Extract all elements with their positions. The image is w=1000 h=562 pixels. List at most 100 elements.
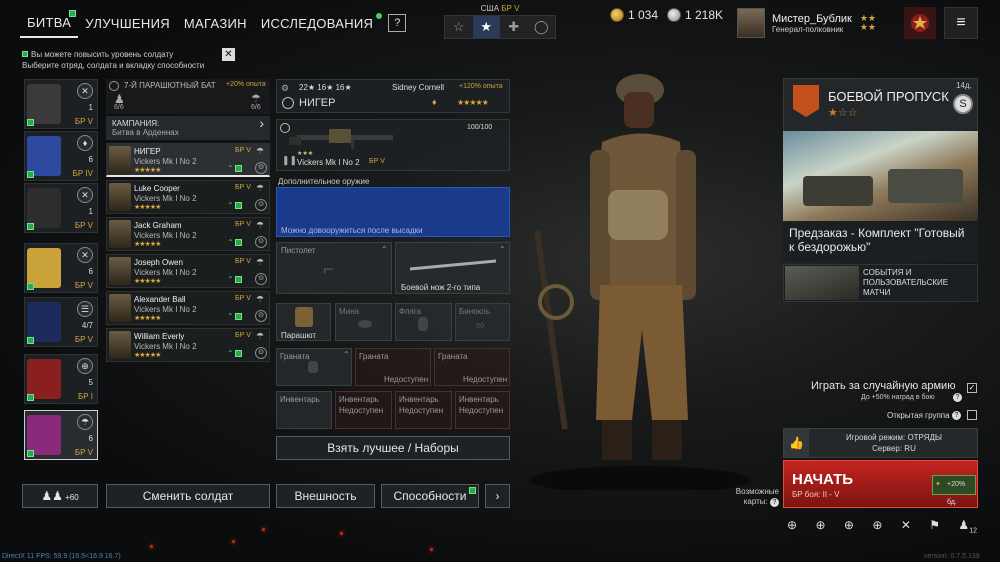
- soldier-br: БР V: [235, 258, 251, 265]
- extra-weapon-slot[interactable]: Можно довооружиться после высадки: [276, 187, 510, 237]
- possible-maps[interactable]: Возможные карты: ?: [733, 487, 779, 507]
- squad-count: 5: [88, 378, 93, 387]
- parachute-slot[interactable]: Парашют: [276, 303, 331, 341]
- squad-br: БР V: [74, 281, 93, 290]
- grenade-slot-1[interactable]: Граната ⌃: [276, 348, 352, 386]
- squad-class-icon: ✕: [77, 83, 93, 99]
- tab-upgrades[interactable]: УЛУЧШЕНИЯ: [78, 10, 177, 37]
- squad-card[interactable]: ✕ 1 БР V: [24, 183, 98, 233]
- mine-slot[interactable]: Мина: [335, 303, 392, 341]
- add-friend-icon[interactable]: ⊕: [787, 518, 797, 534]
- reserve-button[interactable]: ♟♟ +60: [22, 484, 98, 508]
- cross-icon[interactable]: ✚: [500, 16, 528, 38]
- start-button[interactable]: НАЧАТЬ БР боя: II - V ✦ +20% бд.: [783, 460, 978, 508]
- soldier-row[interactable]: Luke Cooper Vickers Mk I No 2 ★★★★★ БР V ⌃ ☂ ⊙: [106, 180, 270, 214]
- grenade-slot-3: Граната Недоступен: [434, 348, 510, 386]
- squad-card[interactable]: ✕ 6 БР V: [24, 243, 98, 293]
- squad-class-icon: ✕: [77, 187, 93, 203]
- next-button[interactable]: ›: [485, 484, 510, 508]
- add-friend-icon[interactable]: ⊕: [872, 518, 882, 534]
- inventory-label: Инвентарь: [280, 395, 320, 404]
- squad-card[interactable]: ⊕ 5 БР I: [24, 354, 98, 404]
- squad-card[interactable]: ☂ 6 БР V: [24, 410, 98, 460]
- battle-pass-days: 14д.: [956, 81, 972, 90]
- tab-research[interactable]: ИССЛЕДОВАНИЯ: [254, 10, 383, 37]
- knife-slot[interactable]: ⌃ Боевой нож 2-го типа: [395, 242, 510, 294]
- campaign-selector[interactable]: КАМПАНИЯ: Битва в Арденнах ›: [106, 116, 270, 140]
- machine-gun-icon: [289, 129, 393, 149]
- soldier-row[interactable]: Jack Graham Vickers Mk I No 2 ★★★★★ БР V ⌃ ☂ ⊙: [106, 217, 270, 251]
- soldier-row[interactable]: Joseph Owen Vickers Mk I No 2 ★★★★★ БР V ⌃ ☂ ⊙: [106, 254, 270, 288]
- notice: Вы можете повысить уровень солдату Выбер…: [22, 49, 222, 71]
- soldier-portrait: [109, 294, 131, 322]
- appearance-button[interactable]: Внешность: [276, 484, 375, 508]
- squad-class-icon: ⊕: [77, 358, 93, 374]
- upgrade-arrow-icon: ⌃: [381, 245, 388, 254]
- random-army-checkbox[interactable]: ✓: [967, 383, 977, 393]
- soldier-row[interactable]: Alexander Ball Vickers Mk I No 2 ★★★★★ БР V…: [106, 291, 270, 325]
- pistol-slot[interactable]: Пистолет ⌃ ⌐: [276, 242, 392, 294]
- parachute-icon: ☂: [256, 257, 265, 267]
- squad-header: 7-Й ПАРАШЮТНЫЙ БАТ +20% опыта ♟ 6/6 ☂ 6/…: [106, 79, 270, 114]
- rank-badge[interactable]: [904, 7, 936, 39]
- tools-icon[interactable]: ✕: [901, 518, 911, 534]
- circle-icon[interactable]: ◯: [527, 16, 555, 38]
- menu-button[interactable]: ≡: [944, 7, 978, 39]
- take-best-button[interactable]: Взять лучшее / Наборы: [276, 436, 510, 460]
- help-icon[interactable]: ?: [952, 411, 961, 420]
- flag-icon[interactable]: ⚑: [929, 518, 940, 534]
- flask-slot[interactable]: Фляга: [395, 303, 452, 341]
- chevron-right-icon: ›: [259, 115, 264, 131]
- server: Сервер: RU: [872, 444, 916, 453]
- partner-name: Sidney Cornell: [392, 83, 445, 92]
- add-friend-icon[interactable]: ⊕: [844, 518, 854, 534]
- open-group-checkbox[interactable]: [967, 410, 977, 420]
- class-icon: ⊙: [255, 162, 267, 174]
- squad-card[interactable]: ✕ 1 БР V: [24, 79, 98, 129]
- parachute-icon: ☂: [256, 183, 265, 193]
- notice-line2: Выберите отряд, солдата и вкладку способ…: [22, 61, 205, 70]
- random-army-label: Играть за случайную армию: [811, 380, 956, 392]
- squad-emblem-icon: [27, 188, 61, 228]
- research-dot: [376, 12, 383, 19]
- soldier-row[interactable]: НИГЕР Vickers Mk I No 2 ★★★★★ БР V ⌃ ☂ ⊙: [106, 143, 270, 177]
- help-icon[interactable]: ?: [953, 393, 962, 402]
- group-icon[interactable]: ♟12: [958, 518, 977, 534]
- soldier-row[interactable]: William Everly Vickers Mk I No 2 ★★★★★ БР V…: [106, 328, 270, 362]
- squad-emblem-icon: [27, 84, 61, 124]
- close-notice-button[interactable]: ✕: [222, 48, 235, 61]
- tab-battle[interactable]: БИТВА: [20, 9, 79, 38]
- silver-coin-icon: [667, 8, 681, 22]
- main-weapon-slot[interactable]: 100/100 ❚❚ ★★★ Vickers Mk I No 2 БР V: [276, 119, 510, 171]
- soldier-name: William Everly: [134, 332, 185, 341]
- class-icon: ⊙: [255, 236, 267, 248]
- game-mode-panel[interactable]: 👍 Игровой режим: ОТРЯДЫ Сервер: RU: [783, 428, 978, 458]
- soldier-weapon: Vickers Mk I No 2: [134, 157, 197, 166]
- usa-star-icon[interactable]: ★: [472, 16, 500, 38]
- class-icon: ⊙: [255, 347, 267, 359]
- unavailable-label: Недоступен: [459, 406, 504, 415]
- soldier-br: БР V: [235, 295, 251, 302]
- profile[interactable]: Мистер_Бублик Генерал-полковник ★★ ★★: [737, 7, 895, 39]
- soldier-weapon: Vickers Mk I No 2: [134, 194, 197, 203]
- group-count: 12: [969, 527, 977, 535]
- inventory-slot-1[interactable]: Инвентарь: [276, 391, 332, 429]
- soldier-stars: ★★★★★: [134, 167, 161, 174]
- abilities-button[interactable]: Способности: [381, 484, 479, 508]
- upgrade-arrow-icon: ⌃: [227, 312, 234, 321]
- inventory-slot-3: Инвентарь Недоступен: [395, 391, 452, 429]
- gold-coin-icon: [610, 8, 624, 22]
- preorder-image[interactable]: [783, 131, 978, 221]
- squad-card[interactable]: ☰ 4/7 БР V: [24, 297, 98, 347]
- like-icon[interactable]: 👍: [784, 429, 809, 457]
- preorder-label[interactable]: Предзаказ - Комплект "Готовый к бездорож…: [783, 222, 978, 262]
- squad-card[interactable]: ♦ 6 БР IV: [24, 131, 98, 181]
- tab-shop[interactable]: МАГАЗИН: [177, 10, 254, 37]
- star-outline-icon[interactable]: ☆: [445, 16, 473, 38]
- help-button[interactable]: ?: [388, 14, 407, 32]
- change-soldier-button[interactable]: Сменить солдат: [106, 484, 270, 508]
- add-friend-icon[interactable]: ⊕: [815, 518, 825, 534]
- upgrade-arrow-icon: ⌃: [343, 350, 350, 359]
- squad-count: 4/7: [81, 321, 93, 330]
- binoculars-slot[interactable]: Бинокль ∞: [455, 303, 510, 341]
